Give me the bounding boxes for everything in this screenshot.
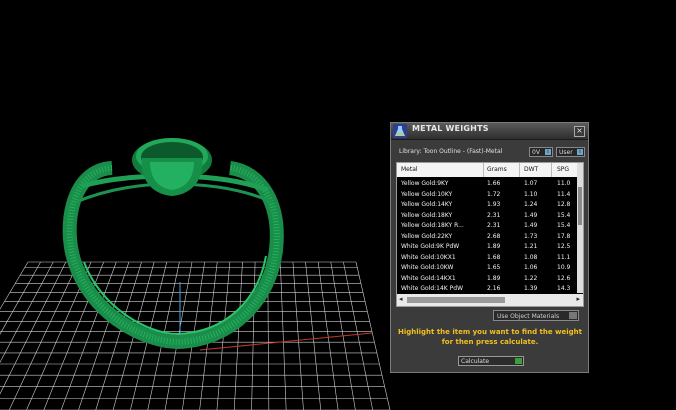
table-cell: 1.65 <box>487 264 501 271</box>
hint-line-1: Highlight the item you want to find the … <box>398 328 582 336</box>
table-cell: 11.0 <box>557 180 571 187</box>
table-row[interactable]: Yellow Gold:14KY 1.93 1.24 12.8 <box>397 199 579 210</box>
calculate-label: Calculate <box>461 358 490 365</box>
table-cell: 12.6 <box>557 274 571 282</box>
table-row[interactable]: Yellow Gold:18KY 2.31 1.49 15.4 <box>397 210 579 221</box>
table-row[interactable]: Yellow Gold:18KY R... 2.31 1.49 15.4 <box>397 220 579 231</box>
metal-table[interactable]: Metal Grams DWT SPG Yellow Gold:9KY 1.66 1… <box>396 162 584 307</box>
table-cell: 11.4 <box>557 190 571 198</box>
table-row[interactable]: Yellow Gold:9KY 1.66 1.07 11.0 <box>397 178 579 189</box>
unit-user-label: User <box>559 149 573 156</box>
table-cell: White Gold:9K PdW <box>401 243 460 250</box>
table-cell: 2.16 <box>487 285 501 292</box>
table-cell: White Gold:10KX1 <box>401 253 456 261</box>
use-object-materials-toggle[interactable]: Use Object Materials <box>493 310 579 321</box>
table-cell: 1.72 <box>487 190 501 198</box>
table-cell: 12.8 <box>557 201 571 208</box>
col-grams[interactable]: Grams <box>487 166 507 173</box>
info-icon: i <box>577 149 583 155</box>
table-row[interactable]: White Gold:10KW 1.65 1.06 10.9 <box>397 262 579 273</box>
table-cell: 1.66 <box>487 180 501 187</box>
table-cell: White Gold:10KW <box>401 264 454 271</box>
col-dwt[interactable]: DWT <box>524 166 538 173</box>
table-cell: Yellow Gold:18KY <box>401 211 453 219</box>
table-cell: Yellow Gold:18KY R... <box>401 222 464 229</box>
table-cell: 1.73 <box>524 232 538 240</box>
table-cell: Yellow Gold:10KY <box>401 190 453 198</box>
table-cell: 11.1 <box>557 253 571 261</box>
flask-icon <box>393 124 407 138</box>
table-cell: 1.49 <box>524 222 538 229</box>
unit-0v-label: 0V <box>532 149 540 156</box>
library-row: Library: Toon Outline - (Fast)-Metal 0V … <box>397 147 585 159</box>
table-row[interactable]: White Gold:9K PdW 1.89 1.21 12.5 <box>397 241 579 252</box>
table-cell: 2.68 <box>487 232 501 240</box>
table-cell: Yellow Gold:9KY <box>401 180 449 187</box>
hint-line-2: for then press calculate. <box>441 338 539 346</box>
scroll-right-icon[interactable]: ▸ <box>576 295 580 303</box>
table-cell: 1.68 <box>487 253 501 261</box>
table-cell: 1.22 <box>524 274 538 282</box>
table-cell: 2.31 <box>487 211 501 219</box>
table-cell: 1.39 <box>524 285 538 292</box>
table-cell: 1.06 <box>524 264 538 271</box>
horizontal-scroll-thumb[interactable] <box>407 297 505 303</box>
col-metal[interactable]: Metal <box>401 166 418 173</box>
dialog-titlebar[interactable]: METAL WEIGHTS × <box>391 123 588 140</box>
dialog-title: METAL WEIGHTS <box>412 124 489 133</box>
table-cell: 1.08 <box>524 253 538 261</box>
vertical-scrollbar[interactable] <box>577 163 583 293</box>
table-cell: 14.3 <box>557 285 571 292</box>
use-object-materials-label: Use Object Materials <box>497 313 560 320</box>
table-cell: 12.5 <box>557 243 571 250</box>
table-row[interactable]: Yellow Gold:22KY 2.68 1.73 17.8 <box>397 231 579 242</box>
table-row[interactable]: White Gold:14K PdW 2.16 1.39 14.3 <box>397 283 579 294</box>
table-header: Metal Grams DWT SPG <box>397 163 579 177</box>
table-cell: 15.4 <box>557 211 571 219</box>
metal-weights-dialog: METAL WEIGHTS × Library: Toon Outline - … <box>390 122 589 373</box>
table-cell: 1.89 <box>487 274 501 282</box>
info-icon: i <box>545 149 551 155</box>
scroll-left-icon[interactable]: ◂ <box>399 295 403 303</box>
table-cell: 1.21 <box>524 243 538 250</box>
vertical-scroll-thumb[interactable] <box>578 187 582 225</box>
table-cell: Yellow Gold:14KY <box>401 201 453 208</box>
table-cell: 2.31 <box>487 222 501 229</box>
table-cell: 15.4 <box>557 222 571 229</box>
table-cell: White Gold:14K PdW <box>401 285 464 292</box>
table-cell: 1.93 <box>487 201 501 208</box>
play-icon <box>515 358 522 364</box>
table-cell: 1.24 <box>524 201 538 208</box>
table-cell: 10.9 <box>557 264 571 271</box>
toggle-indicator <box>569 312 577 319</box>
library-label: Library: Toon Outline - (Fast)-Metal <box>399 148 503 155</box>
horizontal-scrollbar[interactable]: ◂ ▸ <box>397 294 583 306</box>
calculate-button[interactable]: Calculate <box>458 356 524 366</box>
table-row[interactable]: White Gold:14KX1 1.89 1.22 12.6 <box>397 273 579 284</box>
table-cell: White Gold:14KX1 <box>401 274 456 282</box>
table-cell: 1.49 <box>524 211 538 219</box>
table-row[interactable]: White Gold:10KX1 1.68 1.08 11.1 <box>397 252 579 263</box>
close-button[interactable]: × <box>574 126 585 137</box>
table-cell: 17.8 <box>557 232 571 240</box>
unit-user-button[interactable]: User i <box>556 147 585 157</box>
table-cell: 1.89 <box>487 243 501 250</box>
table-row[interactable]: Yellow Gold:10KY 1.72 1.10 11.4 <box>397 189 579 200</box>
table-cell: 1.07 <box>524 180 538 187</box>
col-spg[interactable]: SPG <box>557 166 569 173</box>
table-cell: 1.10 <box>524 190 538 198</box>
unit-0v-button[interactable]: 0V i <box>529 147 553 157</box>
instructions-text: Highlight the item you want to find the … <box>397 327 583 347</box>
table-cell: Yellow Gold:22KY <box>401 232 453 240</box>
